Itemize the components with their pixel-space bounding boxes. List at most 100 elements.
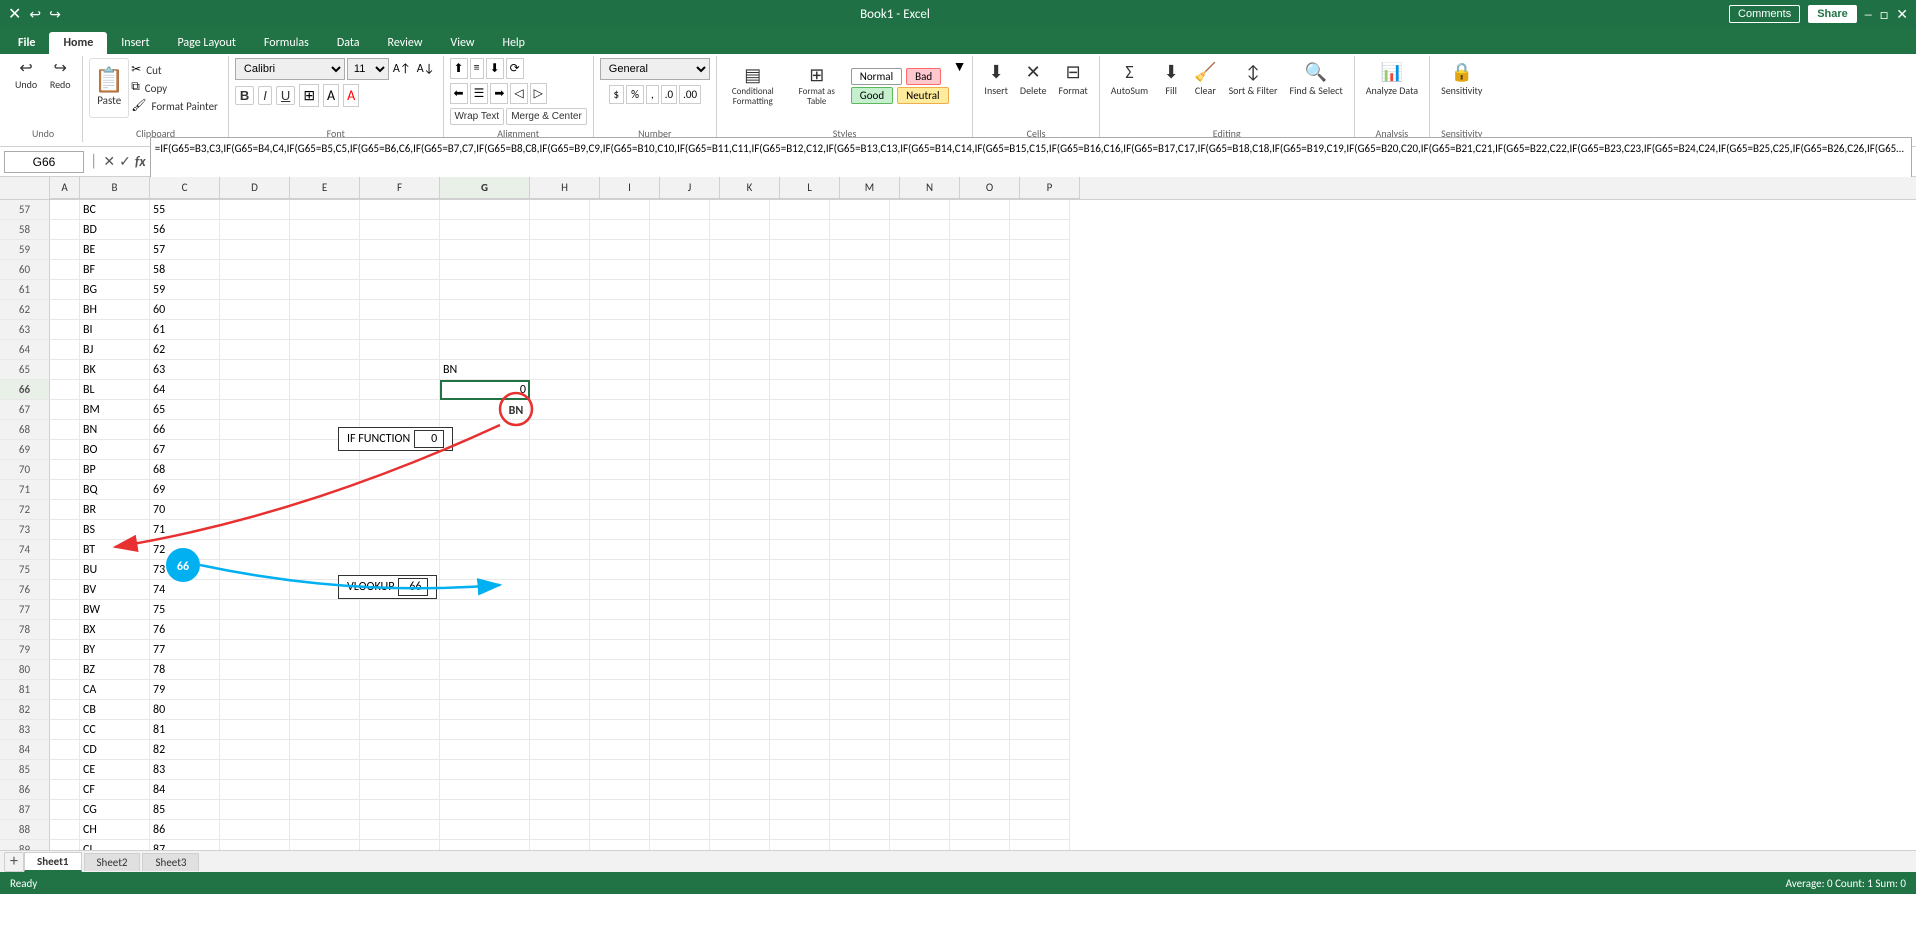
cell-i[interactable] [590, 260, 650, 280]
cell-g[interactable] [440, 740, 530, 760]
cell-e[interactable] [290, 260, 360, 280]
clear-button[interactable]: 🧹 Clear [1189, 58, 1221, 100]
cell-g[interactable] [440, 820, 530, 840]
cell-b[interactable]: BD [80, 220, 150, 240]
cell-d[interactable] [220, 280, 290, 300]
cell-l[interactable] [770, 620, 830, 640]
row-number[interactable]: 75 [0, 560, 50, 580]
cell-g[interactable] [440, 320, 530, 340]
cell-k[interactable] [710, 540, 770, 560]
cell-h[interactable] [530, 360, 590, 380]
cell-d[interactable] [220, 200, 290, 220]
cell-i[interactable] [590, 600, 650, 620]
cell-e[interactable] [290, 540, 360, 560]
cell-k[interactable] [710, 500, 770, 520]
cell-a[interactable] [50, 720, 80, 740]
cell-k[interactable] [710, 360, 770, 380]
cell-g[interactable] [440, 460, 530, 480]
cell-g[interactable] [440, 220, 530, 240]
cell-p[interactable] [1010, 840, 1070, 850]
cell-a[interactable] [50, 440, 80, 460]
cell-n[interactable] [890, 480, 950, 500]
cell-g[interactable] [440, 420, 530, 440]
cell-m[interactable] [830, 720, 890, 740]
cell-o[interactable] [950, 780, 1010, 800]
row-number[interactable]: 69 [0, 440, 50, 460]
copy-button[interactable]: Copy [141, 80, 171, 97]
cell-a[interactable] [50, 660, 80, 680]
cell-o[interactable] [950, 400, 1010, 420]
cell-e[interactable] [290, 520, 360, 540]
cell-g[interactable] [440, 260, 530, 280]
cell-j[interactable] [650, 700, 710, 720]
row-number[interactable]: 57 [0, 200, 50, 220]
cell-m[interactable] [830, 280, 890, 300]
tab-formulas[interactable]: Formulas [250, 32, 323, 54]
cell-h[interactable] [530, 480, 590, 500]
col-header-k[interactable]: K [720, 177, 780, 199]
cell-c[interactable]: 62 [150, 340, 220, 360]
find-select-button[interactable]: 🔍 Find & Select [1285, 58, 1348, 100]
cell-o[interactable] [950, 560, 1010, 580]
cell-k[interactable] [710, 460, 770, 480]
cell-p[interactable] [1010, 300, 1070, 320]
cell-n[interactable] [890, 440, 950, 460]
cell-a[interactable] [50, 800, 80, 820]
cell-a[interactable] [50, 300, 80, 320]
cell-a[interactable] [50, 260, 80, 280]
cell-h[interactable] [530, 640, 590, 660]
cell-a[interactable] [50, 700, 80, 720]
cell-g[interactable] [440, 500, 530, 520]
cell-n[interactable] [890, 560, 950, 580]
cell-h[interactable] [530, 240, 590, 260]
increase-indent-icon[interactable]: ▷ [530, 83, 547, 104]
cell-c[interactable]: 56 [150, 220, 220, 240]
cell-b[interactable]: BU [80, 560, 150, 580]
row-number[interactable]: 78 [0, 620, 50, 640]
cell-k[interactable] [710, 740, 770, 760]
cell-e[interactable] [290, 460, 360, 480]
cell-m[interactable] [830, 500, 890, 520]
cell-m[interactable] [830, 420, 890, 440]
cell-g[interactable]: 0 [440, 380, 530, 400]
row-number[interactable]: 65 [0, 360, 50, 380]
cell-p[interactable] [1010, 600, 1070, 620]
cell-e[interactable] [290, 300, 360, 320]
row-number[interactable]: 71 [0, 480, 50, 500]
cell-p[interactable] [1010, 700, 1070, 720]
cell-e[interactable] [290, 800, 360, 820]
cell-n[interactable] [890, 520, 950, 540]
cell-j[interactable] [650, 720, 710, 740]
font-color-button[interactable]: A [343, 84, 359, 107]
cell-l[interactable] [770, 340, 830, 360]
col-header-o[interactable]: O [960, 177, 1020, 199]
merge-center-button[interactable]: Merge & Center [506, 108, 587, 125]
cell-k[interactable] [710, 580, 770, 600]
cell-o[interactable] [950, 540, 1010, 560]
cell-b[interactable]: CB [80, 700, 150, 720]
cell-f[interactable] [360, 680, 440, 700]
cell-k[interactable] [710, 560, 770, 580]
cell-o[interactable] [950, 640, 1010, 660]
cell-a[interactable] [50, 540, 80, 560]
cell-l[interactable] [770, 240, 830, 260]
cell-f[interactable] [360, 640, 440, 660]
cell-e[interactable] [290, 600, 360, 620]
cell-o[interactable] [950, 580, 1010, 600]
col-header-d[interactable]: D [220, 177, 290, 199]
cell-p[interactable] [1010, 440, 1070, 460]
cell-i[interactable] [590, 620, 650, 640]
cell-p[interactable] [1010, 400, 1070, 420]
cell-i[interactable] [590, 780, 650, 800]
neutral-style[interactable]: Neutral [897, 87, 948, 104]
cell-c[interactable]: 81 [150, 720, 220, 740]
align-middle-icon[interactable]: ≡ [470, 58, 484, 79]
cell-j[interactable] [650, 320, 710, 340]
cell-f[interactable] [360, 800, 440, 820]
cell-l[interactable] [770, 800, 830, 820]
cell-i[interactable] [590, 240, 650, 260]
cell-i[interactable] [590, 580, 650, 600]
cell-a[interactable] [50, 640, 80, 660]
cell-i[interactable] [590, 840, 650, 850]
cell-d[interactable] [220, 260, 290, 280]
